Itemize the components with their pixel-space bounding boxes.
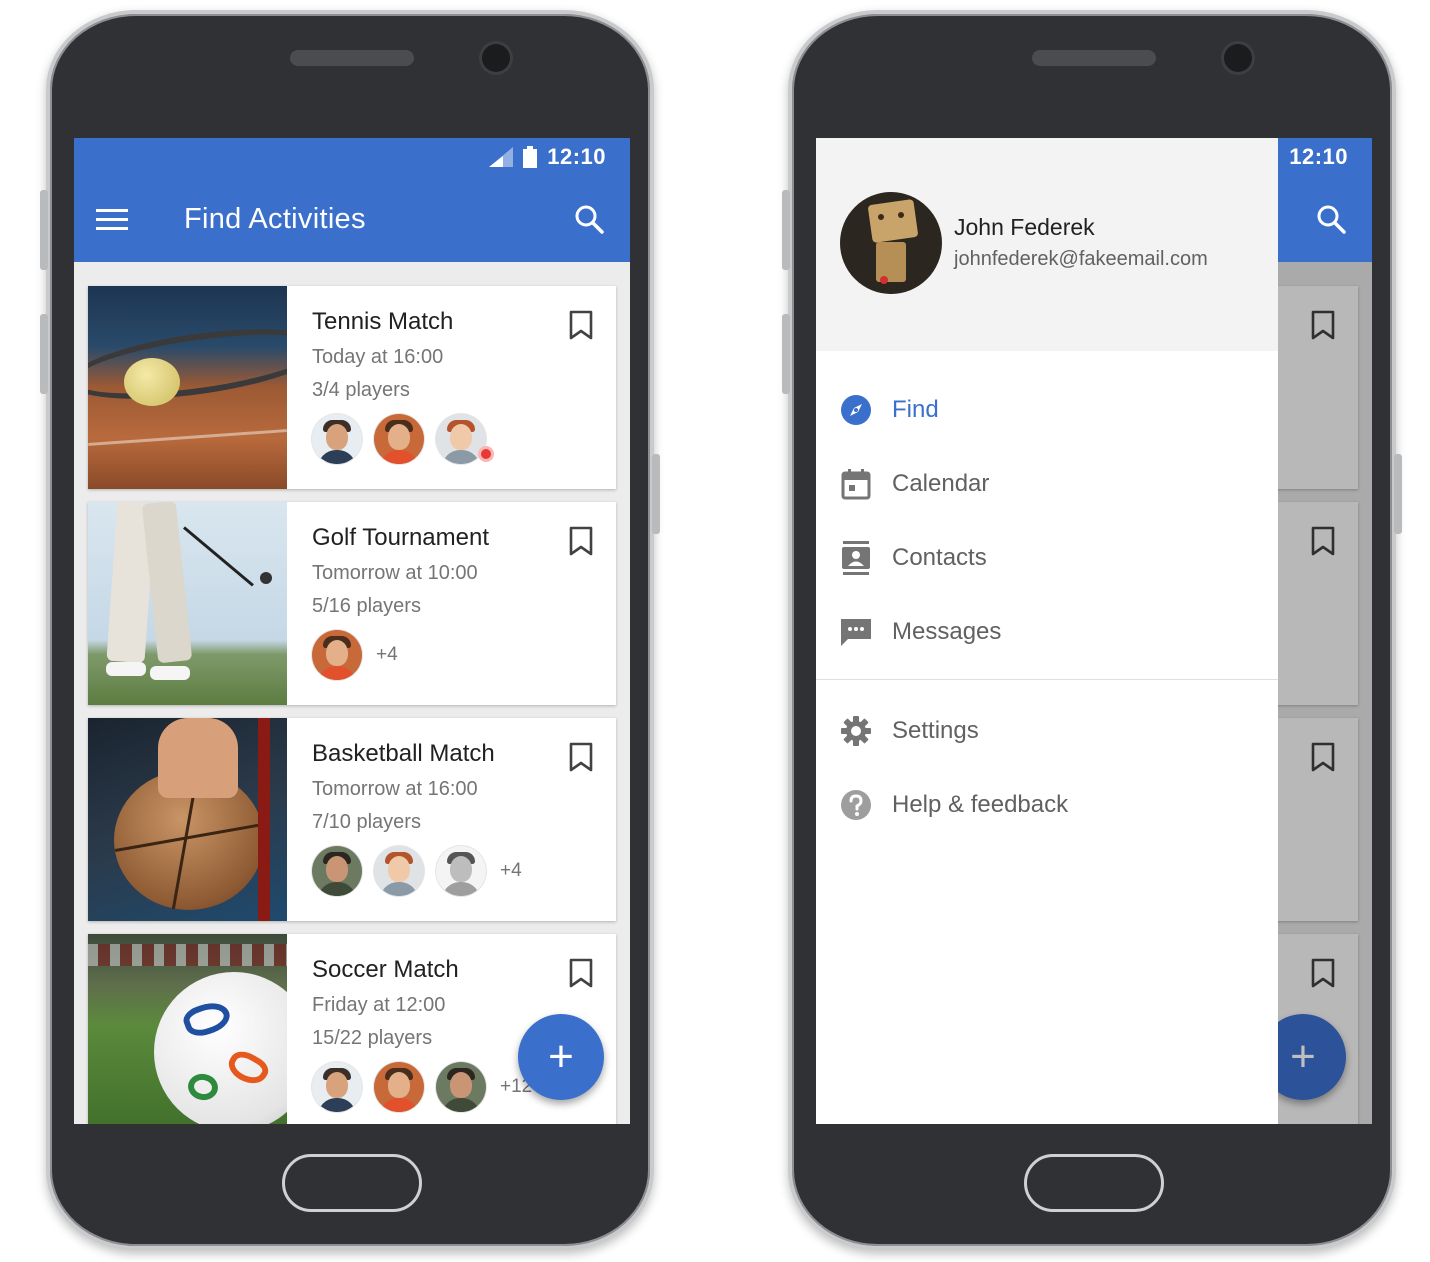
bookmark-icon[interactable]	[568, 958, 594, 988]
nav-item-label: Settings	[892, 717, 979, 744]
nav-item-label: Help & feedback	[892, 791, 1069, 818]
basketball-photo	[88, 718, 287, 921]
activity-card[interactable]: Tennis Match Today at 16:00 3/4 players	[88, 286, 616, 489]
speaker-grille	[1032, 50, 1156, 66]
navigation-drawer: John Federek johnfederek@fakeemail.com F…	[816, 138, 1278, 1124]
screen-navigation-drawer: 12:10 + John Federek johnfederek@fakeema…	[816, 138, 1372, 1124]
participant-avatars: +4	[312, 630, 616, 680]
nav-item-settings[interactable]: Settings	[816, 694, 1278, 768]
screen-find-activities: 12:10 Find Activities Tennis Match Today…	[74, 138, 630, 1124]
drawer-divider	[816, 679, 1278, 680]
participant-avatars: +4	[312, 846, 616, 896]
activity-players: 3/4 players	[312, 379, 410, 401]
activity-info: Tennis Match Today at 16:00 3/4 players	[287, 286, 616, 489]
notification-dot	[478, 446, 494, 462]
volume-button	[782, 190, 790, 270]
more-participants: +4	[376, 644, 398, 665]
nav-item-find[interactable]: Find	[816, 373, 1278, 447]
bookmark-icon[interactable]	[568, 310, 594, 340]
activity-info: Basketball Match Tomorrow at 16:00 7/10 …	[287, 718, 616, 921]
phone-left: 12:10 Find Activities Tennis Match Today…	[40, 10, 660, 1250]
activity-card[interactable]: Golf Tournament Tomorrow at 10:00 5/16 p…	[88, 502, 616, 705]
activity-card[interactable]: Basketball Match Tomorrow at 16:00 7/10 …	[88, 718, 616, 921]
compass-icon	[840, 394, 872, 426]
contacts-icon	[840, 541, 872, 575]
nav-item-label: Find	[892, 396, 939, 423]
avatar[interactable]	[374, 414, 424, 464]
search-icon[interactable]	[574, 204, 604, 234]
avatar[interactable]	[312, 846, 362, 896]
avatar[interactable]	[312, 414, 362, 464]
phone-right: 12:10 + John Federek johnfederek@fakeema…	[782, 10, 1402, 1250]
power-button	[782, 314, 790, 394]
activity-players: 5/16 players	[312, 595, 421, 617]
activity-time: Today at 16:00	[312, 346, 444, 368]
status-bar: 12:10	[74, 138, 630, 176]
app-toolbar: Find Activities	[74, 176, 630, 262]
golf-photo	[88, 502, 287, 705]
add-activity-button[interactable]: +	[518, 1014, 604, 1100]
calendar-icon	[840, 468, 872, 500]
more-participants: +4	[500, 860, 522, 881]
side-button	[1394, 454, 1402, 534]
messages-icon	[840, 616, 872, 648]
user-email: johnfederek@fakeemail.com	[954, 248, 1208, 270]
home-button	[1024, 1154, 1164, 1212]
volume-button	[40, 190, 48, 270]
avatar[interactable]	[312, 1062, 362, 1112]
gear-icon	[840, 715, 872, 747]
activity-info: Golf Tournament Tomorrow at 10:00 5/16 p…	[287, 502, 616, 705]
avatar[interactable]	[312, 630, 362, 680]
power-button	[40, 314, 48, 394]
nav-item-calendar[interactable]: Calendar	[816, 447, 1278, 521]
avatar[interactable]	[840, 192, 942, 294]
tennis-photo	[88, 286, 287, 489]
nav-item-label: Messages	[892, 618, 1002, 645]
home-button	[282, 1154, 422, 1212]
activity-list: Tennis Match Today at 16:00 3/4 players	[88, 286, 616, 1124]
nav-item-contacts[interactable]: Contacts	[816, 521, 1278, 595]
bookmark-icon[interactable]	[568, 526, 594, 556]
front-camera	[1224, 44, 1252, 72]
nav-item-messages[interactable]: Messages	[816, 595, 1278, 669]
signal-icon	[489, 147, 514, 167]
nav-item-help[interactable]: Help & feedback	[816, 768, 1278, 842]
drawer-nav: Find Calendar Contacts Messages Settings…	[816, 351, 1278, 842]
side-button	[652, 454, 660, 534]
status-time: 12:10	[1289, 144, 1348, 169]
page-title: Find Activities	[184, 202, 366, 235]
avatar[interactable]	[436, 1062, 486, 1112]
battery-icon	[523, 146, 538, 168]
activity-players: 7/10 players	[312, 811, 421, 833]
drawer-header: John Federek johnfederek@fakeemail.com	[816, 138, 1278, 351]
bookmark-icon[interactable]	[568, 742, 594, 772]
activity-time: Tomorrow at 16:00	[312, 778, 478, 800]
speaker-grille	[290, 50, 414, 66]
front-camera	[482, 44, 510, 72]
menu-icon[interactable]	[96, 201, 132, 237]
participant-avatars	[312, 414, 616, 464]
avatar[interactable]	[374, 846, 424, 896]
activity-time: Tomorrow at 10:00	[312, 562, 478, 584]
help-icon	[840, 789, 872, 821]
user-name: John Federek	[954, 214, 1095, 240]
avatar[interactable]	[374, 1062, 424, 1112]
nav-item-label: Calendar	[892, 470, 990, 497]
nav-item-label: Contacts	[892, 544, 987, 571]
avatar[interactable]	[436, 846, 486, 896]
status-time: 12:10	[547, 144, 606, 169]
activity-time: Friday at 12:00	[312, 994, 446, 1016]
search-icon	[1317, 205, 1346, 234]
soccer-photo	[88, 934, 287, 1124]
